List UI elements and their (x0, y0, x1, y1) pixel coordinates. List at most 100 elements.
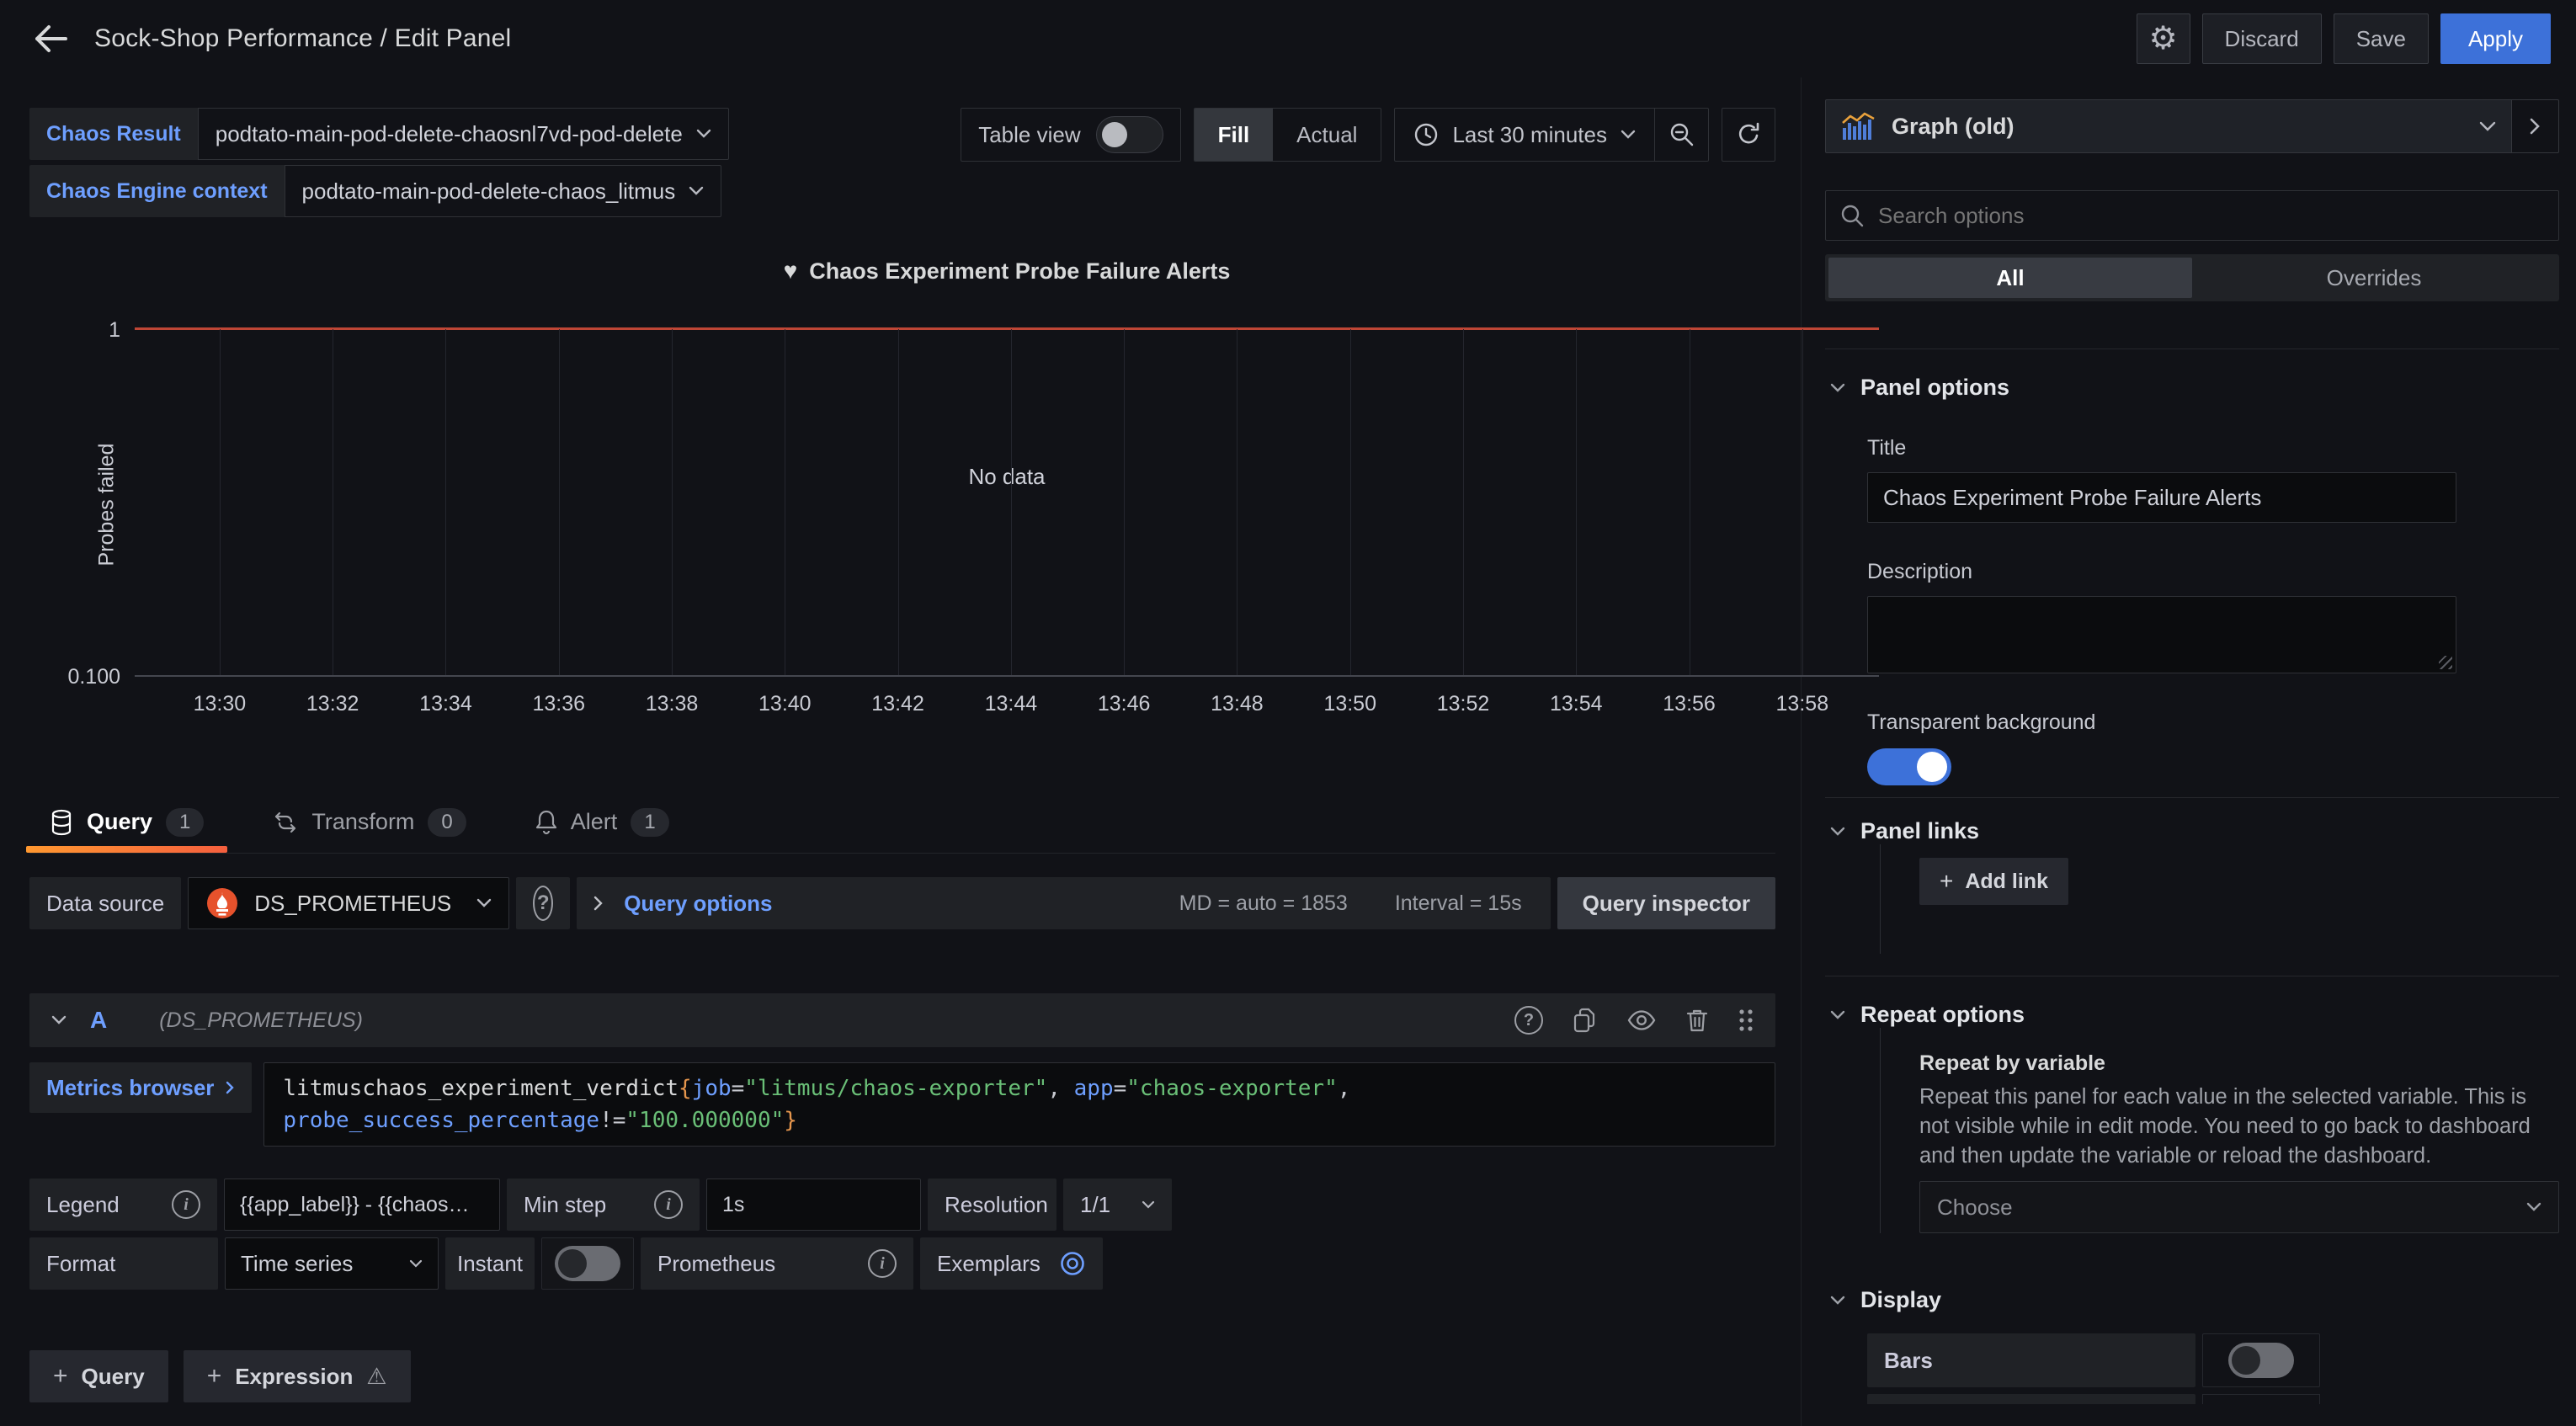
metrics-browser-label: Metrics browser (46, 1075, 214, 1101)
metrics-browser-button[interactable]: Metrics browser (29, 1062, 252, 1113)
tab-query[interactable]: Query 1 (46, 791, 207, 853)
tab-transform[interactable]: Transform 0 (269, 791, 469, 853)
chevron-down-icon (1142, 1200, 1155, 1210)
table-view-toggle[interactable] (1096, 116, 1163, 153)
tab-alert[interactable]: Alert 1 (532, 791, 673, 853)
section-heading: Repeat options (1860, 1002, 2025, 1028)
query-help-icon[interactable]: ? (1514, 1006, 1543, 1035)
x-axis-tick-label: 13:56 (1663, 692, 1716, 716)
plot-area[interactable]: No data 13:3013:3213:3413:3613:3813:4013… (135, 329, 1879, 677)
chevron-down-icon (51, 1015, 67, 1025)
fill-button[interactable]: Fill (1195, 109, 1274, 161)
query-options-expander[interactable]: Query options MD = auto = 1853 Interval … (577, 877, 1550, 929)
datasource-row: Data source DS_PROMETHEUS ? Query option… (29, 877, 1775, 929)
panel-links-section-header[interactable]: Panel links (1830, 818, 2559, 844)
code-token: "chaos-exporter" (1126, 1076, 1337, 1101)
drag-handle-icon[interactable] (1738, 1008, 1754, 1032)
panel-options-section-header[interactable]: Panel options (1830, 375, 2559, 401)
code-token: , (1338, 1076, 1351, 1101)
trash-icon[interactable] (1686, 1008, 1708, 1033)
chart-gridline (1350, 329, 1351, 675)
refresh-button[interactable] (1722, 108, 1775, 162)
bars-toggle[interactable] (2228, 1343, 2294, 1378)
chart-title: ♥Chaos Experiment Probe Failure Alerts (135, 258, 1879, 285)
code-token: } (784, 1108, 797, 1133)
tab-count-badge: 1 (166, 808, 204, 837)
page-title: Sock-Shop Performance / Edit Panel (94, 24, 511, 53)
add-expression-button[interactable]: + Expression ⚠ (184, 1350, 411, 1402)
instant-toggle[interactable] (555, 1246, 620, 1281)
format-select[interactable]: Time series (225, 1237, 439, 1290)
resolution-select[interactable]: 1/1 (1063, 1179, 1172, 1231)
query-inspector-button[interactable]: Query inspector (1557, 877, 1775, 929)
duplicate-icon[interactable] (1573, 1008, 1597, 1033)
save-button[interactable]: Save (2334, 13, 2429, 64)
legend-label-chip: Legend i (29, 1179, 217, 1231)
clipped-option-row (1867, 1394, 2559, 1404)
series-line (135, 327, 1879, 330)
y-axis-tick-1: 1 (29, 318, 120, 343)
datasource-name: DS_PROMETHEUS (254, 891, 461, 917)
add-link-button[interactable]: + Add link (1919, 858, 2068, 905)
options-search[interactable] (1825, 190, 2559, 241)
panel-title-input[interactable] (1867, 472, 2456, 523)
visualization-expand-button[interactable] (2512, 99, 2559, 153)
add-query-button[interactable]: + Query (29, 1350, 168, 1402)
table-view-control: Table view (961, 108, 1180, 162)
options-search-input[interactable] (1878, 203, 2545, 229)
apply-button[interactable]: Apply (2440, 13, 2551, 64)
filter-tab-overrides[interactable]: Overrides (2192, 258, 2556, 298)
info-icon: i (172, 1190, 200, 1219)
panel-settings-button[interactable]: ⚙ (2137, 13, 2190, 64)
variable-chaos-result-dropdown[interactable]: podtato-main-pod-delete-chaosnl7vd-pod-d… (198, 108, 729, 160)
query-row-header[interactable]: A (DS_PROMETHEUS) ? (29, 993, 1775, 1047)
code-token: { (679, 1076, 692, 1101)
visualization-select[interactable]: Graph (old) (1825, 99, 2512, 153)
transparent-background-toggle[interactable] (1867, 748, 1951, 785)
chart-gridline (559, 329, 560, 675)
panel-description-textarea[interactable] (1867, 596, 2456, 673)
promql-query-editor[interactable]: litmuschaos_experiment_verdict{job="litm… (263, 1062, 1775, 1147)
repeat-options-section-header[interactable]: Repeat options (1830, 1002, 2559, 1028)
query-options-row-2: Format Time series Instant Prometheus i … (29, 1237, 1775, 1290)
exemplars-icon[interactable] (1059, 1250, 1086, 1277)
chevron-down-icon (1830, 1296, 1845, 1306)
discard-button[interactable]: Discard (2202, 13, 2322, 64)
legend-format-input[interactable] (224, 1179, 500, 1231)
gear-icon: ⚙ (2149, 23, 2178, 55)
plus-icon: + (207, 1362, 222, 1391)
chart-gridline (1124, 329, 1125, 675)
time-range-picker[interactable]: Last 30 minutes (1395, 109, 1654, 161)
chevron-right-icon (593, 896, 604, 911)
chevron-down-icon (1830, 1010, 1845, 1020)
variable-chaos-engine-dropdown[interactable]: podtato-main-pod-delete-chaos_litmus (285, 165, 722, 217)
back-arrow-icon[interactable] (25, 13, 76, 64)
search-icon (1839, 203, 1865, 228)
repeat-variable-select[interactable]: Choose (1919, 1181, 2559, 1233)
database-icon (50, 809, 73, 836)
options-filter-tabs: All Overrides (1825, 254, 2559, 301)
zoom-out-button[interactable] (1654, 109, 1708, 161)
datasource-help-button[interactable]: ? (516, 877, 570, 929)
y-axis-tick-0100: 0.100 (29, 665, 120, 689)
resolution-chip: Resolution (928, 1179, 1056, 1231)
eye-icon[interactable] (1627, 1010, 1656, 1030)
filter-tab-all[interactable]: All (1828, 258, 2192, 298)
repeat-options-body: Repeat by variable Repeat this panel for… (1880, 1028, 2559, 1233)
max-data-points-value: MD = auto = 1853 (1179, 891, 1348, 916)
x-axis-tick-label: 13:50 (1323, 692, 1376, 716)
variable-label: Chaos Result (29, 108, 198, 160)
variable-label: Chaos Engine context (29, 165, 285, 217)
chart-title-text: Chaos Experiment Probe Failure Alerts (809, 258, 1230, 284)
resize-handle[interactable] (2439, 656, 2452, 669)
choose-placeholder: Choose (1937, 1195, 2013, 1221)
repeat-by-variable-label: Repeat by variable (1919, 1051, 2559, 1076)
datasource-picker[interactable]: DS_PROMETHEUS (188, 877, 509, 929)
min-step-input[interactable] (706, 1179, 921, 1231)
topbar-actions: ⚙ Discard Save Apply (2137, 13, 2551, 64)
warning-icon: ⚠ (366, 1364, 386, 1390)
actual-button[interactable]: Actual (1273, 109, 1381, 161)
display-section-header[interactable]: Display (1830, 1287, 2559, 1313)
plus-icon: + (53, 1362, 68, 1391)
code-token: , (1047, 1076, 1073, 1101)
